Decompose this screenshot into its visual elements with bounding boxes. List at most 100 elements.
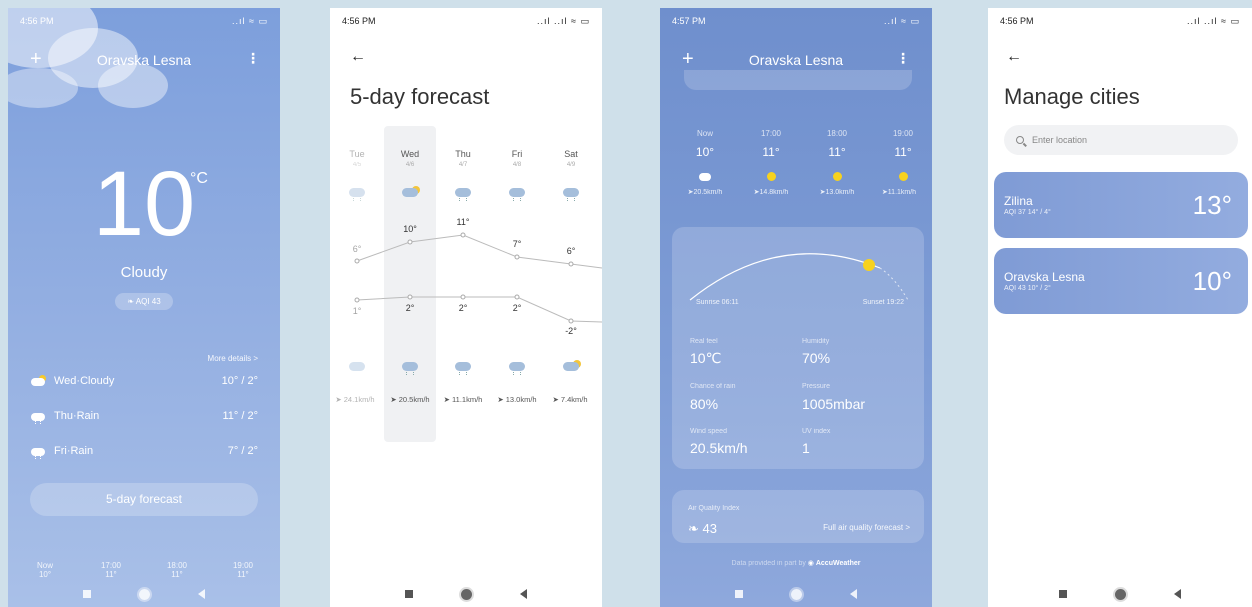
day-date: 4/9 bbox=[566, 162, 576, 168]
forecast-row[interactable]: Fri·Rain 7° / 2° bbox=[30, 442, 258, 460]
hourly-temp: 10° bbox=[38, 570, 52, 579]
city-card[interactable]: Oravska Lesna AQI 43 10° / 2° 10° bbox=[994, 248, 1248, 314]
five-day-forecast-screen: 4:56 PM ..ıl ..ıl ≈ ▭ ← 5-day forecast T… bbox=[330, 8, 602, 607]
hourly-strip: Now 10° 17:00 11° 18:00 11° 19:00 11° bbox=[30, 561, 258, 579]
aqi-badge[interactable]: ❧ AQI 43 bbox=[115, 293, 173, 310]
rain-icon bbox=[384, 360, 436, 375]
more-menu-icon[interactable]: ⋮ bbox=[896, 50, 910, 67]
home-button[interactable] bbox=[791, 588, 802, 600]
weather-details-screen: 4:57 PM ..ıl ≈ ▭ + Oravska Lesna ⋮ Now 1… bbox=[660, 8, 932, 607]
forecast-day-label: Thu·Rain bbox=[54, 410, 100, 422]
search-icon bbox=[1016, 136, 1024, 144]
recents-button[interactable] bbox=[1059, 590, 1067, 598]
back-button[interactable] bbox=[520, 589, 527, 599]
wind-speed: ➤ 7.4km/h bbox=[552, 395, 588, 404]
forecast-row[interactable]: Thu·Rain 11° / 2° bbox=[30, 407, 258, 425]
hourly-wind: ➤11.1km/h bbox=[881, 189, 917, 196]
status-bar: 4:57 PM ..ıl ≈ ▭ bbox=[672, 14, 920, 28]
rain-icon bbox=[30, 410, 46, 424]
status-icons: ..ıl ≈ ▭ bbox=[232, 15, 268, 26]
temp-point bbox=[514, 254, 520, 260]
five-day-forecast-button[interactable]: 5-day forecast bbox=[30, 483, 258, 516]
city-name: Oravska Lesna bbox=[748, 52, 844, 68]
sun-arc bbox=[689, 253, 909, 301]
navigation-bar bbox=[988, 581, 1252, 607]
low-temp-label: 1° bbox=[352, 306, 362, 316]
status-time: 4:57 PM bbox=[672, 16, 706, 26]
rain-icon bbox=[30, 445, 46, 459]
manage-cities-screen: 4:56 PM ..ıl ..ıl ≈ ▭ ← Manage cities En… bbox=[988, 8, 1252, 607]
more-details-link[interactable]: More details > bbox=[208, 354, 258, 363]
city-card[interactable]: Zilina AQI 37 14° / 4° 13° bbox=[994, 172, 1248, 238]
low-temp-label: 2° bbox=[405, 303, 415, 313]
rain-icon bbox=[331, 186, 383, 201]
collapsed-card bbox=[684, 70, 912, 90]
detail-label: Chance of rain bbox=[690, 383, 736, 390]
temp-point bbox=[568, 261, 574, 267]
full-aqi-forecast-link[interactable]: Full air quality forecast > bbox=[823, 523, 910, 532]
leaf-icon: ❧ bbox=[127, 297, 136, 306]
home-button[interactable] bbox=[461, 588, 472, 600]
hourly-time: 19:00 bbox=[892, 129, 914, 138]
provider-name: AccuWeather bbox=[815, 560, 861, 567]
detail-value: 1 bbox=[802, 440, 810, 456]
back-arrow-icon[interactable]: ← bbox=[1006, 48, 1022, 66]
wind-value: 20.5km/h bbox=[693, 189, 723, 196]
forecast-temps: 7° / 2° bbox=[227, 445, 258, 457]
back-button[interactable] bbox=[198, 589, 205, 599]
navigation-bar bbox=[8, 581, 280, 607]
search-input[interactable]: Enter location bbox=[1004, 125, 1238, 155]
aqi-label: Air Quality Index bbox=[688, 505, 740, 512]
wind-value: 20.5km/h bbox=[398, 395, 430, 404]
forecast-day-label: Wed·Cloudy bbox=[54, 375, 115, 387]
aqi-text: AQI 43 bbox=[135, 297, 161, 306]
high-temp-label: 10° bbox=[403, 224, 417, 234]
wind-value: 11.1km/h bbox=[452, 395, 483, 404]
wind-value: 14.8km/h bbox=[759, 189, 789, 196]
wind-value: 7.4km/h bbox=[560, 395, 588, 404]
day-date: 4/6 bbox=[405, 162, 415, 168]
temp-point bbox=[354, 297, 360, 303]
aqi-number: 43 bbox=[702, 521, 717, 536]
recents-button[interactable] bbox=[405, 590, 413, 598]
page-title: 5-day forecast bbox=[350, 84, 490, 109]
detail-value: 10℃ bbox=[690, 350, 722, 366]
city-aqi: AQI 37 14° / 4° bbox=[1004, 209, 1051, 216]
temp-point bbox=[407, 239, 413, 245]
cloud-sun-icon bbox=[384, 186, 436, 200]
back-button[interactable] bbox=[1174, 589, 1181, 599]
cloud-icon bbox=[331, 360, 383, 374]
recents-button[interactable] bbox=[83, 590, 91, 598]
cloud-decoration bbox=[8, 68, 78, 108]
status-icons: ..ıl ≈ ▭ bbox=[884, 15, 920, 26]
home-button[interactable] bbox=[1115, 588, 1126, 600]
low-temp-label: 2° bbox=[458, 303, 468, 313]
high-temp-label: 6° bbox=[566, 246, 576, 256]
page-title: Manage cities bbox=[1004, 84, 1140, 109]
rain-icon bbox=[491, 186, 543, 201]
home-button[interactable] bbox=[139, 588, 150, 600]
hourly-temp: 11° bbox=[828, 145, 846, 159]
detail-value: 70% bbox=[802, 350, 831, 366]
status-bar: 4:56 PM ..ıl ..ıl ≈ ▭ bbox=[1000, 14, 1240, 28]
wind-value: 13.0km/h bbox=[505, 395, 537, 404]
hourly-temp: 11° bbox=[762, 145, 780, 159]
forecast-temps: 11° / 2° bbox=[222, 410, 258, 422]
rain-icon bbox=[545, 186, 597, 201]
hourly-temp: 11° bbox=[105, 570, 117, 579]
hourly-temp: 11° bbox=[894, 145, 912, 159]
navigation-bar bbox=[660, 581, 932, 607]
weather-home-screen: 4:56 PM ..ıl ≈ ▭ + Oravska Lesna ⋮ 10 °C… bbox=[8, 8, 280, 607]
search-placeholder: Enter location bbox=[1032, 135, 1088, 145]
low-temp-line bbox=[356, 296, 602, 323]
hourly-item: Now 10° bbox=[30, 561, 60, 579]
back-arrow-icon[interactable]: ← bbox=[350, 48, 366, 66]
rain-icon bbox=[437, 186, 489, 201]
day-date: 4/8 bbox=[512, 162, 522, 168]
more-menu-icon[interactable]: ⋮ bbox=[246, 50, 260, 67]
back-button[interactable] bbox=[850, 589, 857, 599]
recents-button[interactable] bbox=[735, 590, 743, 598]
hourly-temp: 11° bbox=[171, 570, 183, 579]
status-time: 4:56 PM bbox=[20, 16, 54, 26]
forecast-row[interactable]: Wed·Cloudy 10° / 2° bbox=[30, 372, 258, 390]
